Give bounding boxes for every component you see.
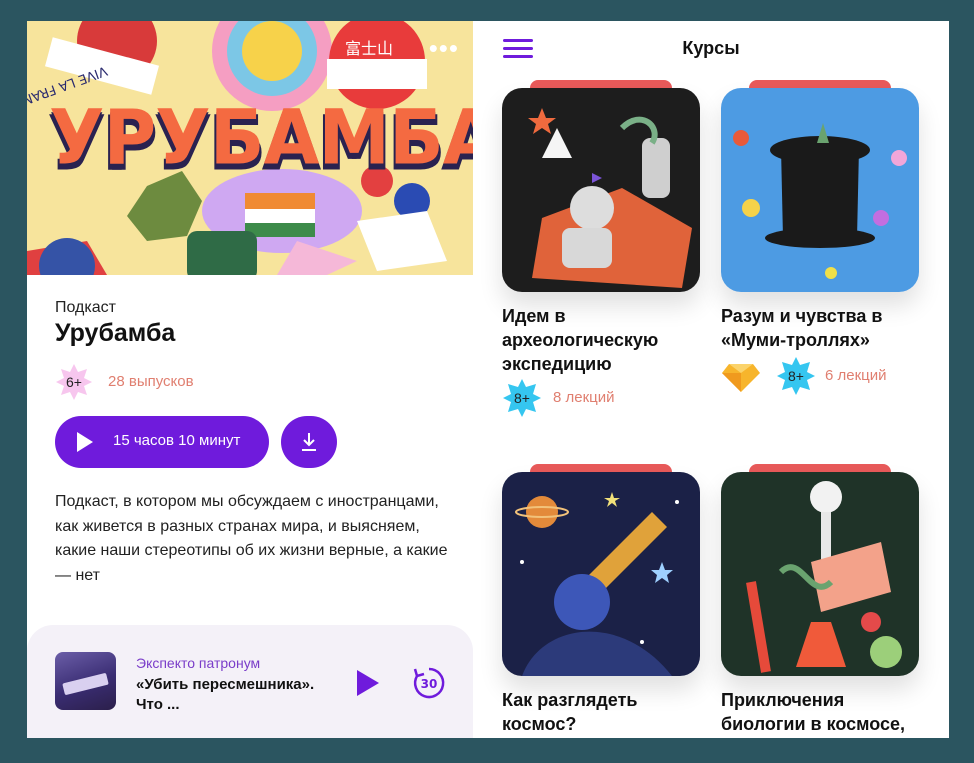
download-icon (302, 433, 316, 451)
podcast-title: Урубамба (55, 319, 176, 347)
podcast-description: Подкаст, в котором мы обсуждаем с иностр… (55, 493, 448, 584)
back-arrow-icon[interactable]: ← (55, 35, 89, 63)
course-cover (721, 88, 919, 292)
lecture-count: 6 лекций (825, 367, 887, 384)
app-frame: VIVE LA FRANCE 富士山 УРУБАМБА ← ••• Подкас… (27, 21, 949, 738)
age-rating-badge: 8+ (502, 378, 542, 418)
mini-play-icon[interactable] (357, 670, 379, 696)
podcast-cover: VIVE LA FRANCE 富士山 УРУБАМБА ← ••• (27, 21, 473, 275)
podcast-page: VIVE LA FRANCE 富士山 УРУБАМБА ← ••• Подкас… (27, 21, 473, 738)
download-button[interactable] (281, 416, 337, 468)
age-rating-label: 8+ (514, 390, 530, 406)
course-cover (502, 472, 700, 676)
course-title: Идем в археологическую экспедицию (502, 306, 659, 374)
age-rating-label: 6+ (66, 374, 82, 390)
age-rating-label: 8+ (788, 368, 804, 384)
course-cover (502, 88, 700, 292)
more-dots-icon[interactable]: ••• (429, 33, 459, 64)
cover-sign-text: 富士山 (345, 39, 393, 58)
premium-diamond-icon (722, 364, 760, 392)
course-title: Разум и чувства в «Муми-троллях» (721, 306, 883, 350)
play-icon (77, 432, 93, 452)
lecture-count: 8 лекций (553, 389, 615, 406)
mini-player[interactable]: Экспекто патронум «Убить пересмешника». … (27, 625, 473, 738)
mini-player-show: Экспекто патронум (136, 655, 261, 671)
play-podcast-button[interactable]: 15 часов 10 минут (55, 416, 269, 468)
episode-thumbnail (55, 652, 116, 710)
course-title: Приключения биологии в космосе, (721, 690, 906, 734)
age-rating-badge: 6+ (55, 363, 93, 401)
cover-logo-text: УРУБАМБА (49, 92, 473, 182)
rewind-30-icon[interactable]: 30 (411, 665, 447, 701)
play-duration-label: 15 часов 10 минут (113, 432, 241, 449)
courses-page: Курсы Идем в археологическую экспедицию (473, 21, 949, 738)
content-kind: Подкаст (55, 299, 116, 316)
courses-header: Курсы (682, 38, 740, 58)
course-title: Как разглядеть космос? (502, 690, 638, 734)
episode-count: 28 выпусков (108, 373, 194, 390)
course-cover (721, 472, 919, 676)
rewind-30-label: 30 (421, 677, 438, 691)
mini-player-episode: «Убить пересмешника». Что ... (136, 676, 315, 713)
age-rating-badge: 8+ (776, 356, 816, 396)
